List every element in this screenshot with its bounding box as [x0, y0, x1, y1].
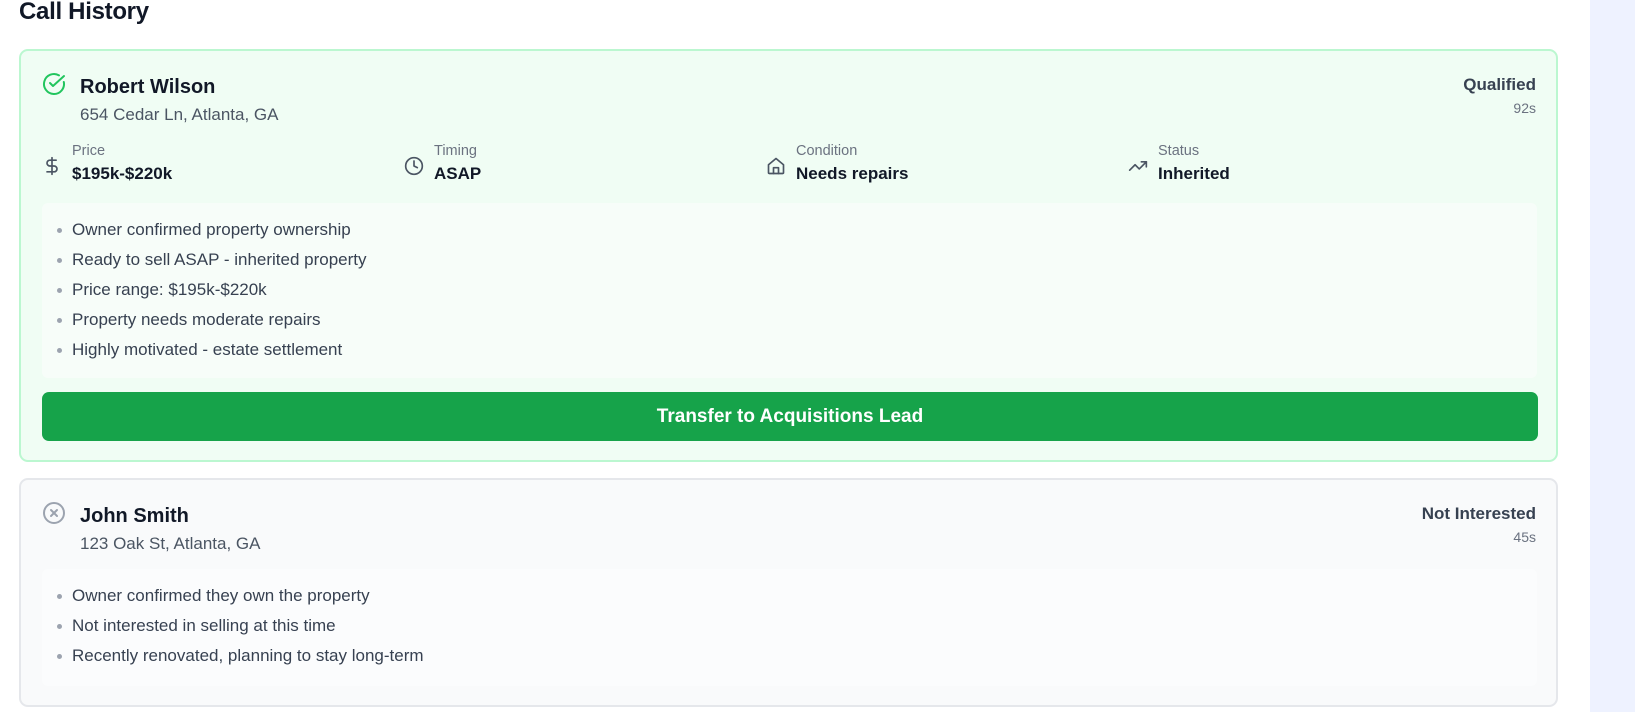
trending-up-icon [1128, 156, 1148, 176]
transfer-to-acquisitions-button[interactable]: Transfer to Acquisitions Lead [42, 392, 1538, 441]
call-outcome: Not Interested [1421, 504, 1536, 523]
side-panel-edge [1590, 0, 1635, 712]
clock-icon [404, 156, 424, 176]
metric-value: Inherited [1158, 164, 1230, 183]
home-icon [766, 156, 786, 176]
metric-value: $195k-$220k [72, 164, 173, 183]
x-circle-icon [42, 501, 66, 525]
metric-label: Price [72, 143, 106, 159]
caller-name: Robert Wilson [80, 76, 216, 98]
call-duration: 45s [1513, 529, 1536, 545]
check-circle-icon [42, 72, 66, 96]
caller-address: 123 Oak St, Atlanta, GA [80, 534, 261, 553]
call-notes: Owner confirmed property ownership Ready… [42, 203, 1537, 378]
call-outcome: Qualified [1463, 75, 1536, 94]
note-item: Owner confirmed they own the property [42, 581, 1537, 611]
metric-label: Timing [434, 143, 477, 159]
metric-value: ASAP [434, 164, 482, 183]
note-item: Property needs moderate repairs [42, 305, 1537, 335]
caller-name: John Smith [80, 505, 189, 527]
note-item: Recently renovated, planning to stay lon… [42, 641, 1537, 671]
main-content: Call History Robert Wilson 654 Cedar Ln,… [0, 0, 1590, 712]
call-card: John Smith 123 Oak St, Atlanta, GA Not I… [19, 478, 1558, 707]
metric-value: Needs repairs [796, 164, 909, 183]
metric-label: Status [1158, 143, 1200, 159]
note-item: Not interested in selling at this time [42, 611, 1537, 641]
note-item: Price range: $195k-$220k [42, 275, 1537, 305]
note-item: Ready to sell ASAP - inherited property [42, 245, 1537, 275]
call-duration: 92s [1513, 100, 1536, 116]
note-item: Owner confirmed property ownership [42, 215, 1537, 245]
note-item: Highly motivated - estate settlement [42, 335, 1537, 365]
page: Call History Robert Wilson 654 Cedar Ln,… [0, 0, 1635, 712]
caller-address: 654 Cedar Ln, Atlanta, GA [80, 105, 279, 124]
call-card: Robert Wilson 654 Cedar Ln, Atlanta, GA … [19, 49, 1558, 462]
call-notes: Owner confirmed they own the property No… [42, 569, 1537, 686]
metric-label: Condition [796, 143, 858, 159]
page-title: Call History [19, 0, 149, 25]
dollar-icon [42, 156, 62, 176]
call-metrics: Price $195k-$220k Timing ASAP Condition … [42, 143, 1537, 191]
